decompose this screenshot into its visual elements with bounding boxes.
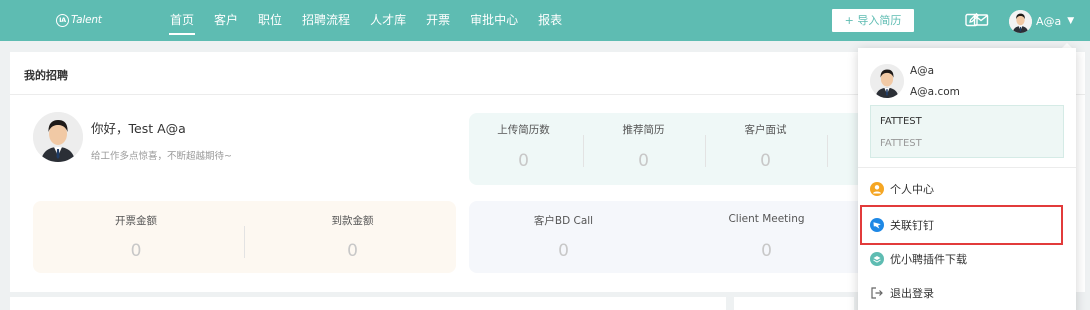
dropdown-user-name: A@a <box>910 65 935 77</box>
menu-item-logout[interactable]: 退出登录 <box>870 283 934 303</box>
bottom-card-left <box>10 297 726 310</box>
user-name: A@a <box>1036 14 1062 28</box>
nav-item-talent-pool[interactable]: 人才库 <box>360 0 416 41</box>
invoice-stats-box: 开票金额 0 到款金额 0 <box>33 201 456 273</box>
stat-value[interactable]: 0 <box>469 241 658 261</box>
plugin-icon <box>870 252 884 266</box>
user-menu-trigger[interactable]: A@a ▼ <box>1009 8 1074 34</box>
mail-icon[interactable] <box>973 12 989 28</box>
logo-text: Talent <box>71 14 102 26</box>
stat-value[interactable]: 0 <box>664 241 869 261</box>
stat-value[interactable]: 0 <box>705 151 826 171</box>
company-card[interactable]: FATTEST FATTEST <box>870 105 1064 158</box>
stat-label: 开票金额 <box>115 215 157 227</box>
chevron-down-icon: ▼ <box>1067 16 1075 26</box>
logout-icon <box>871 287 883 299</box>
bd-stats-box: 客户BD Call 0 Client Meeting 0 <box>469 201 869 273</box>
menu-item-plugin-download[interactable]: 优小聘插件下载 <box>870 249 967 269</box>
person-icon <box>870 182 884 196</box>
greeting-subtitle: 给工作多点惊喜，不断超越期待~ <box>91 151 232 162</box>
stat-value[interactable]: 0 <box>583 151 704 171</box>
import-resume-button[interactable]: + 导入简历 <box>832 9 914 32</box>
divider <box>827 135 828 167</box>
stat-label: 上传简历数 <box>497 124 550 136</box>
nav-item-approval[interactable]: 审批中心 <box>460 0 528 41</box>
menu-item-label: 退出登录 <box>890 287 934 300</box>
company-name: FATTEST <box>880 116 922 127</box>
divider <box>244 226 245 258</box>
company-subname: FATTEST <box>880 138 922 149</box>
nav-item-reports[interactable]: 报表 <box>528 0 572 41</box>
panel-title: 我的招聘 <box>24 69 68 82</box>
nav-item-jobs[interactable]: 职位 <box>248 0 292 41</box>
menu-item-label: 个人中心 <box>890 183 934 196</box>
dropdown-user-email: A@a.com <box>910 86 960 98</box>
stat-label: 到款金额 <box>331 215 374 227</box>
main-nav: 首页 客户 职位 招聘流程 人才库 开票 审批中心 报表 <box>160 0 572 41</box>
stat-value[interactable]: 0 <box>469 151 578 171</box>
top-navbar: IA Talent 首页 客户 职位 招聘流程 人才库 开票 审批中心 报表 +… <box>0 0 1090 41</box>
stat-label: Client Meeting <box>728 213 805 225</box>
nav-item-invoice[interactable]: 开票 <box>416 0 460 41</box>
stat-value[interactable]: 0 <box>249 241 456 261</box>
activity-stats-box: 上传简历数 0 推荐简历 0 客户面试 0 <box>469 113 869 185</box>
user-dropdown-menu: A@a A@a.com FATTEST FATTEST 个人中心 关联钉钉 优小… <box>858 48 1076 310</box>
nav-item-home[interactable]: 首页 <box>160 0 204 41</box>
stat-value[interactable]: 0 <box>33 241 239 261</box>
brand-logo[interactable]: IA Talent <box>56 11 102 29</box>
logo-mark: IA <box>56 13 69 27</box>
avatar <box>870 64 904 98</box>
user-greeting-card: 你好，Test A@a 给工作多点惊喜，不断超越期待~ <box>33 112 232 162</box>
menu-item-label: 优小聘插件下载 <box>890 253 967 266</box>
greeting-text: 你好，Test A@a <box>91 121 186 136</box>
nav-item-recruit-flow[interactable]: 招聘流程 <box>292 0 360 41</box>
stat-label: 推荐简历 <box>622 124 665 136</box>
stat-label: 客户面试 <box>744 124 787 136</box>
nav-item-clients[interactable]: 客户 <box>204 0 248 41</box>
bottom-card-right <box>734 297 854 310</box>
highlight-box <box>860 205 1063 245</box>
divider <box>858 167 1076 168</box>
avatar <box>33 112 83 162</box>
avatar <box>1009 9 1032 33</box>
menu-item-personal-center[interactable]: 个人中心 <box>870 179 934 199</box>
stat-label: 客户BD Call <box>533 215 594 227</box>
